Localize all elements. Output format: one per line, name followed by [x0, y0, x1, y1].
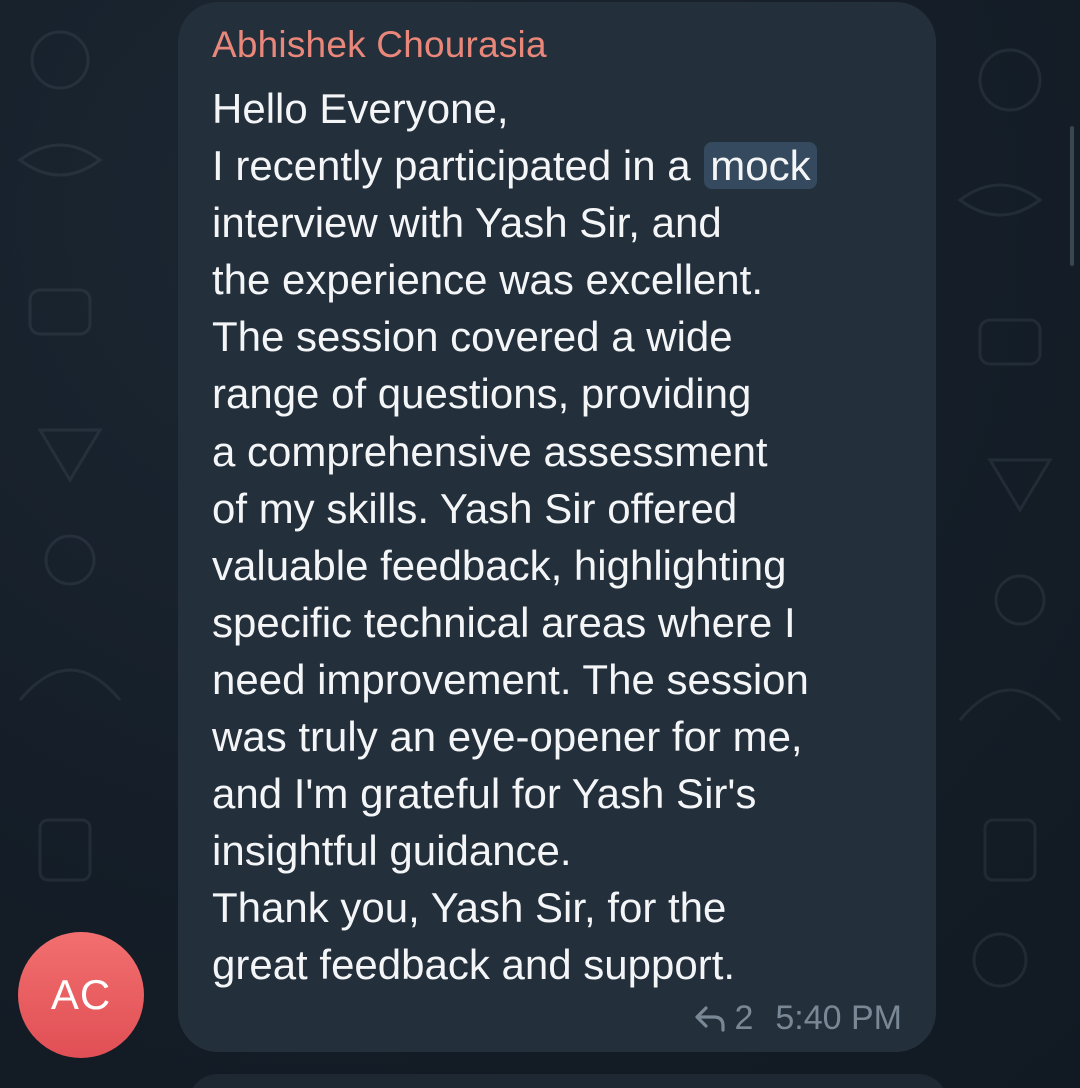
reply-count[interactable]: 2 — [734, 999, 753, 1038]
message-line: and I'm grateful for Yash Sir's — [212, 770, 757, 818]
message-text: Hello Everyone, I recently participated … — [212, 80, 922, 994]
search-highlight: mock — [704, 142, 817, 190]
message-line: of my skills. Yash Sir offered — [212, 484, 738, 532]
message-meta: 2 5:40 PM — [694, 999, 902, 1038]
message-line: I recently participated in a mock — [212, 137, 922, 194]
message-line: valuable feedback, highlighting — [212, 541, 787, 589]
message-line: The session covered a wide — [212, 313, 733, 361]
message-line: interview with Yash Sir, and — [212, 199, 722, 247]
sender-name[interactable]: Abhishek Chourasia — [212, 24, 547, 66]
message-line: great feedback and support. — [212, 941, 736, 989]
message-line: range of questions, providing — [212, 370, 752, 418]
message-line: Hello Everyone, — [212, 85, 509, 132]
next-message-bubble[interactable] — [188, 1074, 948, 1088]
avatar[interactable]: AC — [18, 932, 144, 1058]
chat-background: Abhishek Chourasia Hello Everyone, I rec… — [0, 0, 1080, 1088]
reply-arrow-icon[interactable] — [694, 1005, 726, 1033]
message-bubble[interactable]: Abhishek Chourasia Hello Everyone, I rec… — [178, 2, 936, 1052]
message-line: the experience was excellent. — [212, 256, 763, 304]
avatar-initials: AC — [50, 971, 112, 1018]
scrollbar[interactable] — [1070, 126, 1074, 266]
message-line: a comprehensive assessment — [212, 427, 768, 475]
message-time: 5:40 PM — [775, 999, 902, 1037]
message-line: Thank you, Yash Sir, for the — [212, 884, 727, 932]
message-line: was truly an eye-opener for me, — [212, 713, 803, 761]
message-line: specific technical areas where I — [212, 598, 796, 646]
message-line: need improvement. The session — [212, 655, 809, 703]
message-line: insightful guidance. — [212, 827, 572, 875]
